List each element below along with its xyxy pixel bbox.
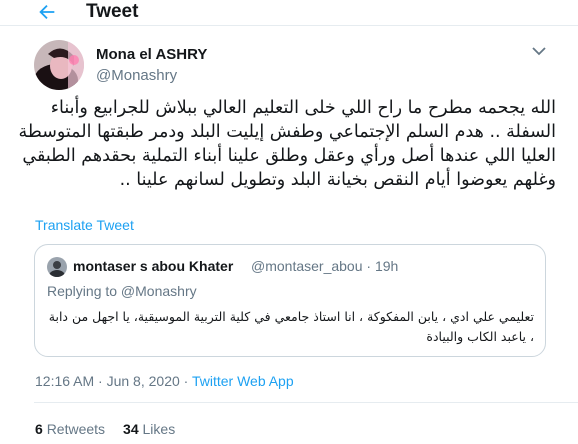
likes-stat[interactable]: 34 Likes [123,421,175,437]
arrow-left-icon[interactable] [36,1,58,23]
author-handle[interactable]: @Monashry [96,67,177,85]
tweet-text-line: الله يجحمه مطرح ما راح اللي خلى التعليم … [50,98,556,118]
quoted-text-line: تعليمي علي ادي ، يابن المفكوكة ، انا است… [48,309,534,324]
quoted-avatar[interactable] [47,257,67,277]
tweet-text-line: السفلة .. هدم السلم الإجتماعي وطفش إيليت… [18,122,556,142]
retweets-stat[interactable]: 6 Retweets [35,421,105,437]
translate-tweet-link[interactable]: Translate Tweet [35,216,134,234]
divider [34,402,578,403]
tweet-text-line: وغلهم يعوضوا أيام النقص بخيانة البلد وتط… [119,170,556,190]
quoted-text-line: ، ياعبد الكاب والبيادة [426,329,534,344]
tweet-source[interactable]: Twitter Web App [192,373,294,389]
likes-label: Likes [142,421,176,437]
avatar[interactable] [34,40,84,90]
avatar-image [34,40,84,90]
quoted-avatar-image [47,257,67,277]
tweet-text-line: العليا اللي عندها أصل ورأي وعقل وطلق علي… [22,146,556,166]
tweet-text: الله يجحمه مطرح ما راح اللي خلى التعليم … [18,96,556,192]
tweet-timestamp[interactable]: 12:16 AM · Jun 8, 2020 · [35,373,192,389]
tweet-stats: 6 Retweets 34 Likes [35,420,175,438]
quoted-tweet[interactable]: montaser s abou Khater @montaser_abou · … [34,244,546,357]
top-bar: Tweet [0,0,578,26]
replying-to: Replying to @Monashry [47,283,197,299]
chevron-down-icon[interactable] [530,44,548,58]
tweet-meta: 12:16 AM · Jun 8, 2020 · Twitter Web App [35,372,294,390]
quoted-text: تعليمي علي ادي ، يابن المفكوكة ، انا است… [44,307,534,347]
author-name[interactable]: Mona el ASHRY [96,46,207,64]
likes-count: 34 [123,421,139,437]
quoted-author-name[interactable]: montaser s abou Khater [73,258,233,275]
retweets-count: 6 [35,421,43,437]
page-title: Tweet [86,1,139,22]
quoted-author-handle: @montaser_abou · 19h [251,258,399,274]
retweets-label: Retweets [46,421,106,437]
